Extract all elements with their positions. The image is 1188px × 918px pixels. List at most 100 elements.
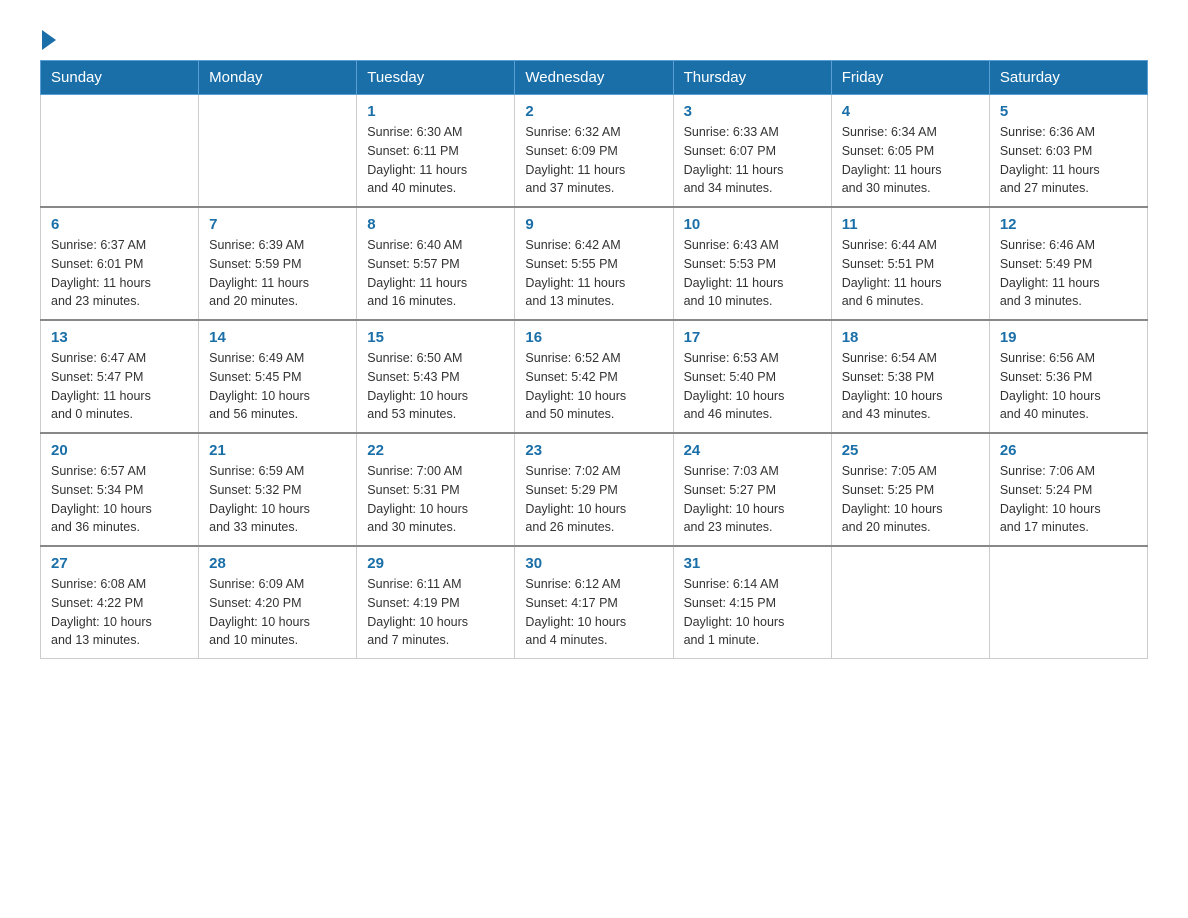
- calendar-day-cell: 22 Sunrise: 7:00 AMSunset: 5:31 PMDayligh…: [357, 433, 515, 546]
- calendar-day-cell: 17 Sunrise: 6:53 AMSunset: 5:40 PMDayligh…: [673, 320, 831, 433]
- day-number: 1: [367, 103, 504, 120]
- day-info: Sunrise: 6:56 AMSunset: 5:36 PMDaylight:…: [1000, 349, 1137, 424]
- calendar-day-cell: 11Sunrise: 6:44 AMSunset: 5:51 PMDayligh…: [831, 207, 989, 320]
- day-info: Sunrise: 6:54 AMSunset: 5:38 PMDaylight:…: [842, 349, 979, 424]
- day-info: Sunrise: 6:53 AMSunset: 5:40 PMDaylight:…: [684, 349, 821, 424]
- calendar-day-cell: 28 Sunrise: 6:09 AMSunset: 4:20 PMDayligh…: [199, 546, 357, 659]
- calendar-day-cell: 25 Sunrise: 7:05 AMSunset: 5:25 PMDayligh…: [831, 433, 989, 546]
- calendar-day-cell: 5 Sunrise: 6:36 AMSunset: 6:03 PMDaylight…: [989, 95, 1147, 208]
- day-number: 18: [842, 329, 979, 346]
- logo: [40, 30, 58, 50]
- calendar-day-cell: 3 Sunrise: 6:33 AMSunset: 6:07 PMDaylight…: [673, 95, 831, 208]
- weekday-header: Friday: [831, 61, 989, 95]
- day-number: 10: [684, 216, 821, 233]
- calendar-day-cell: 8 Sunrise: 6:40 AMSunset: 5:57 PMDaylight…: [357, 207, 515, 320]
- calendar-day-cell: 24 Sunrise: 7:03 AMSunset: 5:27 PMDayligh…: [673, 433, 831, 546]
- day-number: 21: [209, 442, 346, 459]
- day-info: Sunrise: 6:37 AMSunset: 6:01 PMDaylight:…: [51, 236, 188, 311]
- day-info: Sunrise: 7:05 AMSunset: 5:25 PMDaylight:…: [842, 462, 979, 537]
- day-info: Sunrise: 6:47 AMSunset: 5:47 PMDaylight:…: [51, 349, 188, 424]
- calendar-day-cell: [831, 546, 989, 659]
- calendar-week-row: 13 Sunrise: 6:47 AMSunset: 5:47 PMDayligh…: [41, 320, 1148, 433]
- day-number: 20: [51, 442, 188, 459]
- calendar-day-cell: 16Sunrise: 6:52 AMSunset: 5:42 PMDayligh…: [515, 320, 673, 433]
- calendar-day-cell: 30 Sunrise: 6:12 AMSunset: 4:17 PMDayligh…: [515, 546, 673, 659]
- day-info: Sunrise: 7:06 AMSunset: 5:24 PMDaylight:…: [1000, 462, 1137, 537]
- day-info: Sunrise: 6:12 AMSunset: 4:17 PMDaylight:…: [525, 575, 662, 650]
- day-info: Sunrise: 6:43 AMSunset: 5:53 PMDaylight:…: [684, 236, 821, 311]
- day-number: 12: [1000, 216, 1137, 233]
- calendar-day-cell: 26 Sunrise: 7:06 AMSunset: 5:24 PMDayligh…: [989, 433, 1147, 546]
- calendar-day-cell: 21 Sunrise: 6:59 AMSunset: 5:32 PMDayligh…: [199, 433, 357, 546]
- calendar-day-cell: 2 Sunrise: 6:32 AMSunset: 6:09 PMDaylight…: [515, 95, 673, 208]
- day-number: 14: [209, 329, 346, 346]
- day-number: 7: [209, 216, 346, 233]
- day-number: 24: [684, 442, 821, 459]
- day-info: Sunrise: 6:34 AMSunset: 6:05 PMDaylight:…: [842, 123, 979, 198]
- calendar-week-row: 27 Sunrise: 6:08 AMSunset: 4:22 PMDayligh…: [41, 546, 1148, 659]
- day-info: Sunrise: 6:08 AMSunset: 4:22 PMDaylight:…: [51, 575, 188, 650]
- weekday-header-row: SundayMondayTuesdayWednesdayThursdayFrid…: [41, 61, 1148, 95]
- day-number: 19: [1000, 329, 1137, 346]
- weekday-header: Sunday: [41, 61, 199, 95]
- day-number: 31: [684, 555, 821, 572]
- day-info: Sunrise: 6:40 AMSunset: 5:57 PMDaylight:…: [367, 236, 504, 311]
- calendar-week-row: 20 Sunrise: 6:57 AMSunset: 5:34 PMDayligh…: [41, 433, 1148, 546]
- calendar-day-cell: 6 Sunrise: 6:37 AMSunset: 6:01 PMDaylight…: [41, 207, 199, 320]
- day-number: 8: [367, 216, 504, 233]
- day-number: 11: [842, 216, 979, 233]
- day-number: 28: [209, 555, 346, 572]
- day-number: 27: [51, 555, 188, 572]
- day-info: Sunrise: 6:14 AMSunset: 4:15 PMDaylight:…: [684, 575, 821, 650]
- calendar-week-row: 1 Sunrise: 6:30 AMSunset: 6:11 PMDaylight…: [41, 95, 1148, 208]
- day-number: 15: [367, 329, 504, 346]
- day-info: Sunrise: 7:00 AMSunset: 5:31 PMDaylight:…: [367, 462, 504, 537]
- day-number: 2: [525, 103, 662, 120]
- day-info: Sunrise: 6:09 AMSunset: 4:20 PMDaylight:…: [209, 575, 346, 650]
- day-number: 25: [842, 442, 979, 459]
- day-number: 4: [842, 103, 979, 120]
- calendar-day-cell: 27 Sunrise: 6:08 AMSunset: 4:22 PMDayligh…: [41, 546, 199, 659]
- calendar-day-cell: 29Sunrise: 6:11 AMSunset: 4:19 PMDayligh…: [357, 546, 515, 659]
- page-header: [40, 30, 1148, 50]
- calendar-day-cell: 4 Sunrise: 6:34 AMSunset: 6:05 PMDaylight…: [831, 95, 989, 208]
- calendar-day-cell: 15 Sunrise: 6:50 AMSunset: 5:43 PMDayligh…: [357, 320, 515, 433]
- calendar-day-cell: 9Sunrise: 6:42 AMSunset: 5:55 PMDaylight…: [515, 207, 673, 320]
- weekday-header: Wednesday: [515, 61, 673, 95]
- day-info: Sunrise: 6:49 AMSunset: 5:45 PMDaylight:…: [209, 349, 346, 424]
- day-info: Sunrise: 7:03 AMSunset: 5:27 PMDaylight:…: [684, 462, 821, 537]
- calendar-day-cell: 14 Sunrise: 6:49 AMSunset: 5:45 PMDayligh…: [199, 320, 357, 433]
- day-number: 5: [1000, 103, 1137, 120]
- day-number: 13: [51, 329, 188, 346]
- day-number: 6: [51, 216, 188, 233]
- calendar-day-cell: 1 Sunrise: 6:30 AMSunset: 6:11 PMDaylight…: [357, 95, 515, 208]
- day-number: 30: [525, 555, 662, 572]
- day-number: 17: [684, 329, 821, 346]
- calendar-day-cell: [41, 95, 199, 208]
- calendar-day-cell: 7 Sunrise: 6:39 AMSunset: 5:59 PMDaylight…: [199, 207, 357, 320]
- calendar-day-cell: [989, 546, 1147, 659]
- day-info: Sunrise: 6:50 AMSunset: 5:43 PMDaylight:…: [367, 349, 504, 424]
- day-number: 26: [1000, 442, 1137, 459]
- day-info: Sunrise: 6:59 AMSunset: 5:32 PMDaylight:…: [209, 462, 346, 537]
- calendar-day-cell: 18 Sunrise: 6:54 AMSunset: 5:38 PMDayligh…: [831, 320, 989, 433]
- calendar-day-cell: 20 Sunrise: 6:57 AMSunset: 5:34 PMDayligh…: [41, 433, 199, 546]
- day-number: 9: [525, 216, 662, 233]
- day-number: 3: [684, 103, 821, 120]
- calendar-week-row: 6 Sunrise: 6:37 AMSunset: 6:01 PMDaylight…: [41, 207, 1148, 320]
- day-info: Sunrise: 6:57 AMSunset: 5:34 PMDaylight:…: [51, 462, 188, 537]
- calendar-day-cell: 31 Sunrise: 6:14 AMSunset: 4:15 PMDayligh…: [673, 546, 831, 659]
- day-info: Sunrise: 6:33 AMSunset: 6:07 PMDaylight:…: [684, 123, 821, 198]
- calendar-day-cell: 19 Sunrise: 6:56 AMSunset: 5:36 PMDayligh…: [989, 320, 1147, 433]
- day-number: 29: [367, 555, 504, 572]
- calendar-day-cell: 10 Sunrise: 6:43 AMSunset: 5:53 PMDayligh…: [673, 207, 831, 320]
- day-info: Sunrise: 6:36 AMSunset: 6:03 PMDaylight:…: [1000, 123, 1137, 198]
- day-number: 22: [367, 442, 504, 459]
- day-info: Sunrise: 6:39 AMSunset: 5:59 PMDaylight:…: [209, 236, 346, 311]
- day-number: 16: [525, 329, 662, 346]
- weekday-header: Tuesday: [357, 61, 515, 95]
- calendar-table: SundayMondayTuesdayWednesdayThursdayFrid…: [40, 60, 1148, 659]
- day-info: Sunrise: 6:30 AMSunset: 6:11 PMDaylight:…: [367, 123, 504, 198]
- day-info: Sunrise: 7:02 AMSunset: 5:29 PMDaylight:…: [525, 462, 662, 537]
- day-info: Sunrise: 6:32 AMSunset: 6:09 PMDaylight:…: [525, 123, 662, 198]
